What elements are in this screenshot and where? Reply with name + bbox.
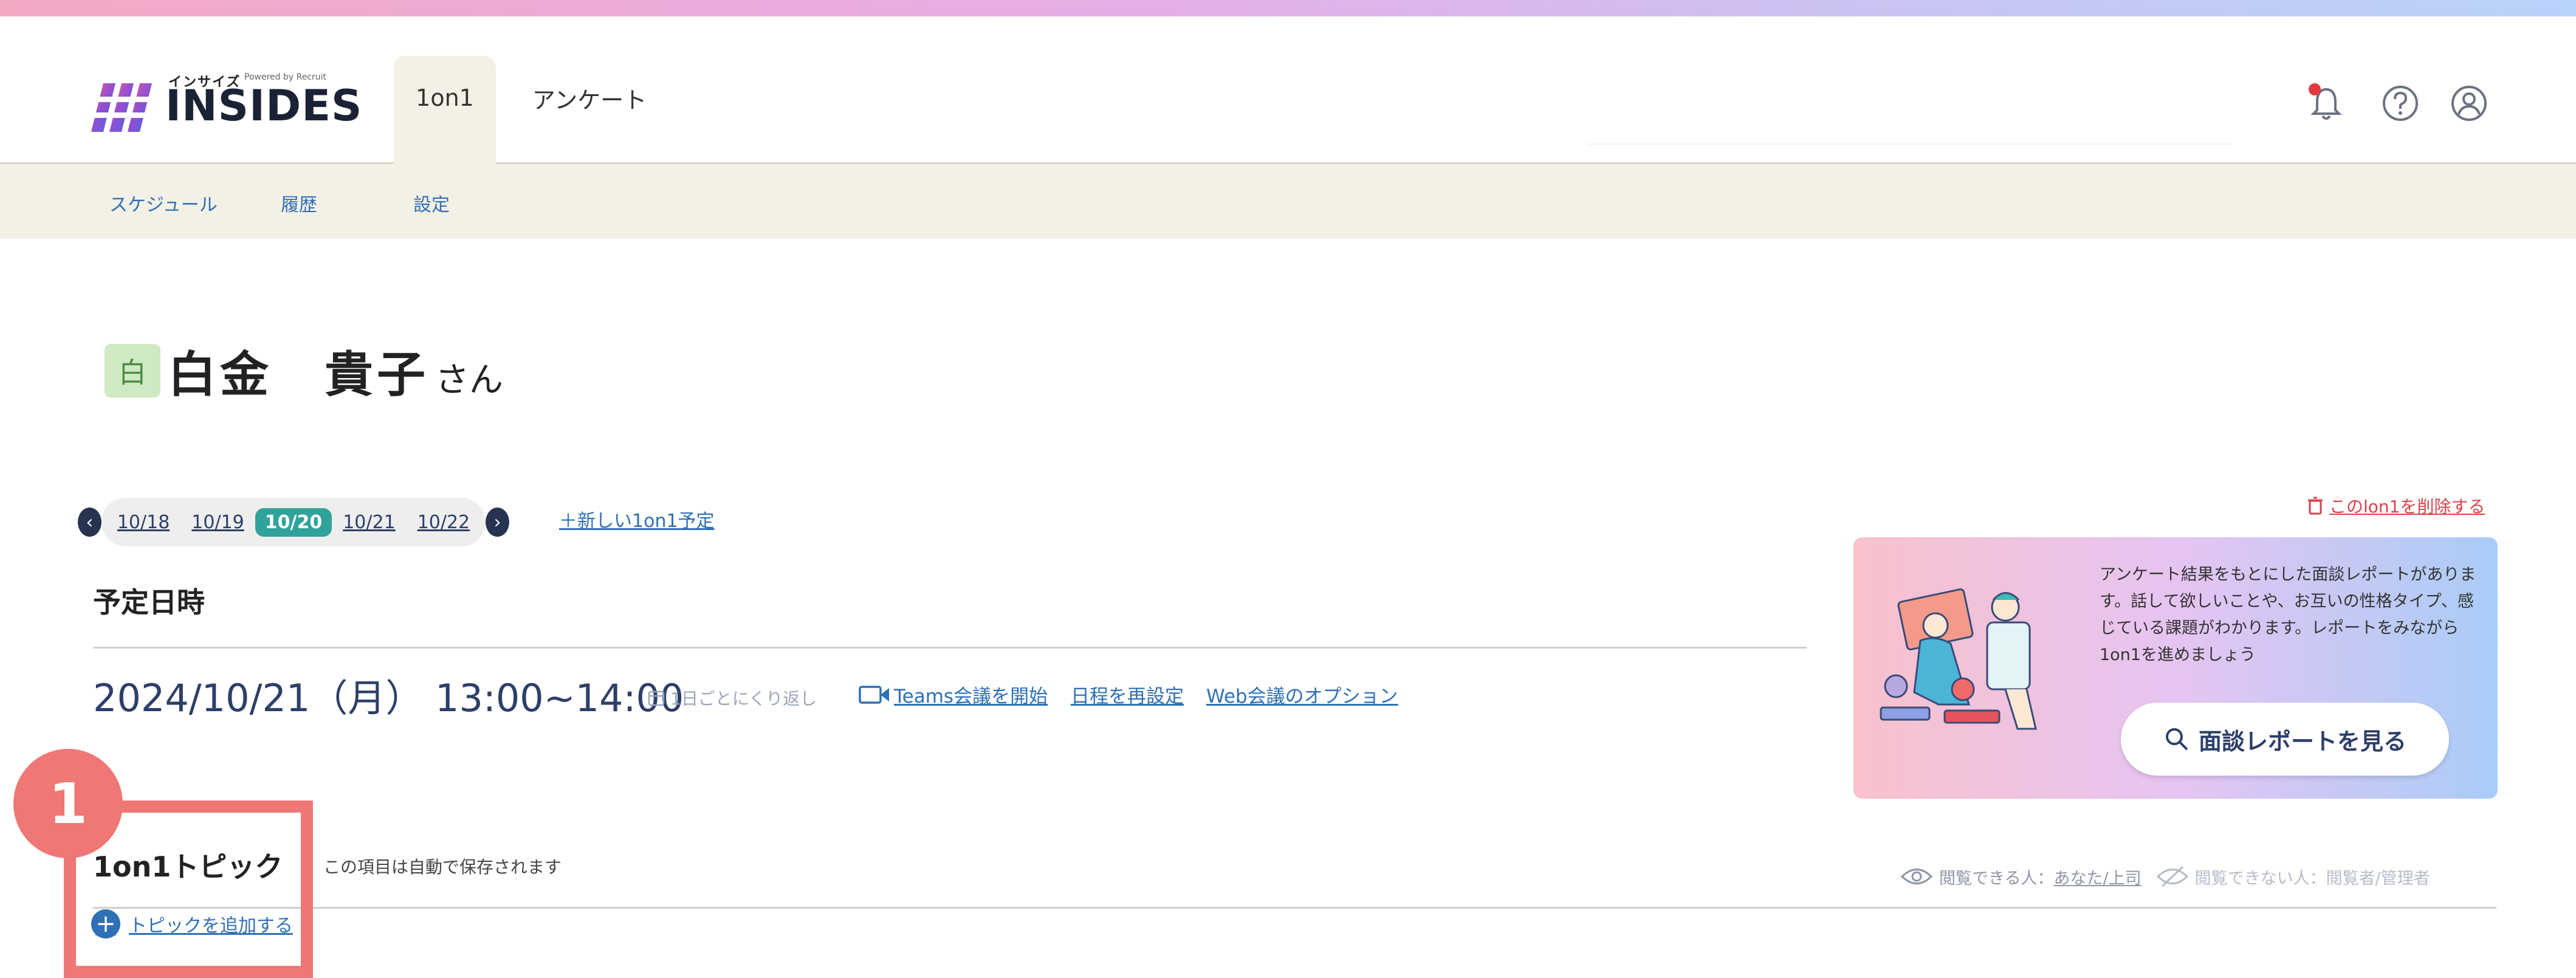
eye-off-icon xyxy=(2156,866,2188,887)
annotation-callout: 1 xyxy=(13,749,123,858)
tab-1on1[interactable]: 1on1 xyxy=(394,56,496,164)
logo-text: INSIDES xyxy=(165,81,363,131)
teams-label: Teams会議を開始 xyxy=(894,686,1048,708)
topics-divider xyxy=(93,907,2496,909)
insides-logo[interactable]: インサイズ Powered by Recruit INSIDES xyxy=(91,66,362,139)
repeat-indicator: 1日ごとにくり返し xyxy=(647,686,817,710)
date-item[interactable]: 10/22 xyxy=(407,512,481,533)
chevron-left-icon[interactable]: ‹ xyxy=(78,508,101,537)
person-name: 白金 貴子 xyxy=(168,346,429,403)
report-illustration-icon xyxy=(1880,588,2037,730)
header-divider xyxy=(1587,143,2231,145)
report-description: アンケート結果をもとにした面談レポートがあります。話して欲しいことや、お互いの性… xyxy=(2100,565,2476,664)
date-item[interactable]: 10/19 xyxy=(180,512,255,533)
search-icon xyxy=(2165,728,2188,751)
subnav-schedule[interactable]: スケジュール xyxy=(109,190,218,216)
calendar-repeat-icon xyxy=(648,690,665,706)
new-schedule-link[interactable]: ＋新しい1on1予定 xyxy=(559,506,715,532)
interview-report-card: アンケート結果をもとにした面談レポートがあります。話して欲しいことや、お互いの性… xyxy=(1853,537,2498,799)
subnav-history[interactable]: 履歴 xyxy=(281,190,317,216)
subnav-settings[interactable]: 設定 xyxy=(413,190,450,216)
start-teams-meeting-link[interactable]: Teams会議を開始 xyxy=(859,681,1048,708)
delete-1on1-link[interactable]: このlon1を削除する xyxy=(2307,494,2485,518)
tab-label: アンケート xyxy=(532,86,647,114)
top-gradient-bar xyxy=(0,0,2576,16)
eye-icon xyxy=(1900,869,1933,884)
scheduled-datetime: 2024/10/21（月） 13:00~14:00 xyxy=(93,676,684,720)
app-header: インサイズ Powered by Recruit INSIDES 1on1 アン… xyxy=(0,16,2576,164)
tab-survey[interactable]: アンケート xyxy=(523,56,656,164)
autosave-note: この項目は自動で保存されます xyxy=(323,857,562,877)
date-navigator: ‹ 10/18 10/19 10/20 10/21 10/22 › xyxy=(78,495,509,549)
delete-label: このlon1を削除する xyxy=(2329,497,2485,517)
invisible-label: 閲覧できない人：閲覧者/管理者 xyxy=(2194,869,2430,888)
avatar: 白 xyxy=(105,344,160,398)
video-camera-icon xyxy=(859,685,889,704)
web-meeting-options-link[interactable]: Web会議のオプション xyxy=(1206,681,1398,708)
visible-value: あなた/上司 xyxy=(2053,869,2142,888)
date-pill: 10/18 10/19 10/20 10/21 10/22 xyxy=(101,498,486,546)
user-account-icon[interactable] xyxy=(2448,82,2490,125)
trash-icon xyxy=(2308,497,2323,515)
view-report-button[interactable]: 面談レポートを見る xyxy=(2121,703,2449,776)
date-item[interactable]: 10/21 xyxy=(332,512,406,533)
date-item-active[interactable]: 10/20 xyxy=(255,508,332,537)
section-divider xyxy=(93,647,1807,649)
view-report-label: 面談レポートを見る xyxy=(2198,728,2406,755)
tab-label: 1on1 xyxy=(416,84,474,111)
person-heading: 白 白金 貴子 さん xyxy=(105,340,503,403)
date-item[interactable]: 10/18 xyxy=(106,512,180,533)
schedule-section-title: 予定日時 xyxy=(93,586,205,619)
notification-bell-icon[interactable] xyxy=(2305,82,2348,125)
reschedule-link[interactable]: 日程を再設定 xyxy=(1071,681,1184,708)
help-icon[interactable] xyxy=(2379,82,2422,125)
repeat-label: 1日ごとにくり返し xyxy=(670,689,817,709)
visibility-info: 閲覧できる人： あなた/上司 閲覧できない人：閲覧者/管理者 xyxy=(1900,864,2430,889)
sub-navigation: スケジュール 履歴 設定 xyxy=(0,164,2576,239)
name-suffix: さん xyxy=(435,360,503,400)
visible-label: 閲覧できる人： xyxy=(1939,869,2054,888)
logo-mark-icon xyxy=(91,83,158,132)
chevron-right-icon[interactable]: › xyxy=(486,508,509,537)
notification-badge xyxy=(2309,83,2321,95)
